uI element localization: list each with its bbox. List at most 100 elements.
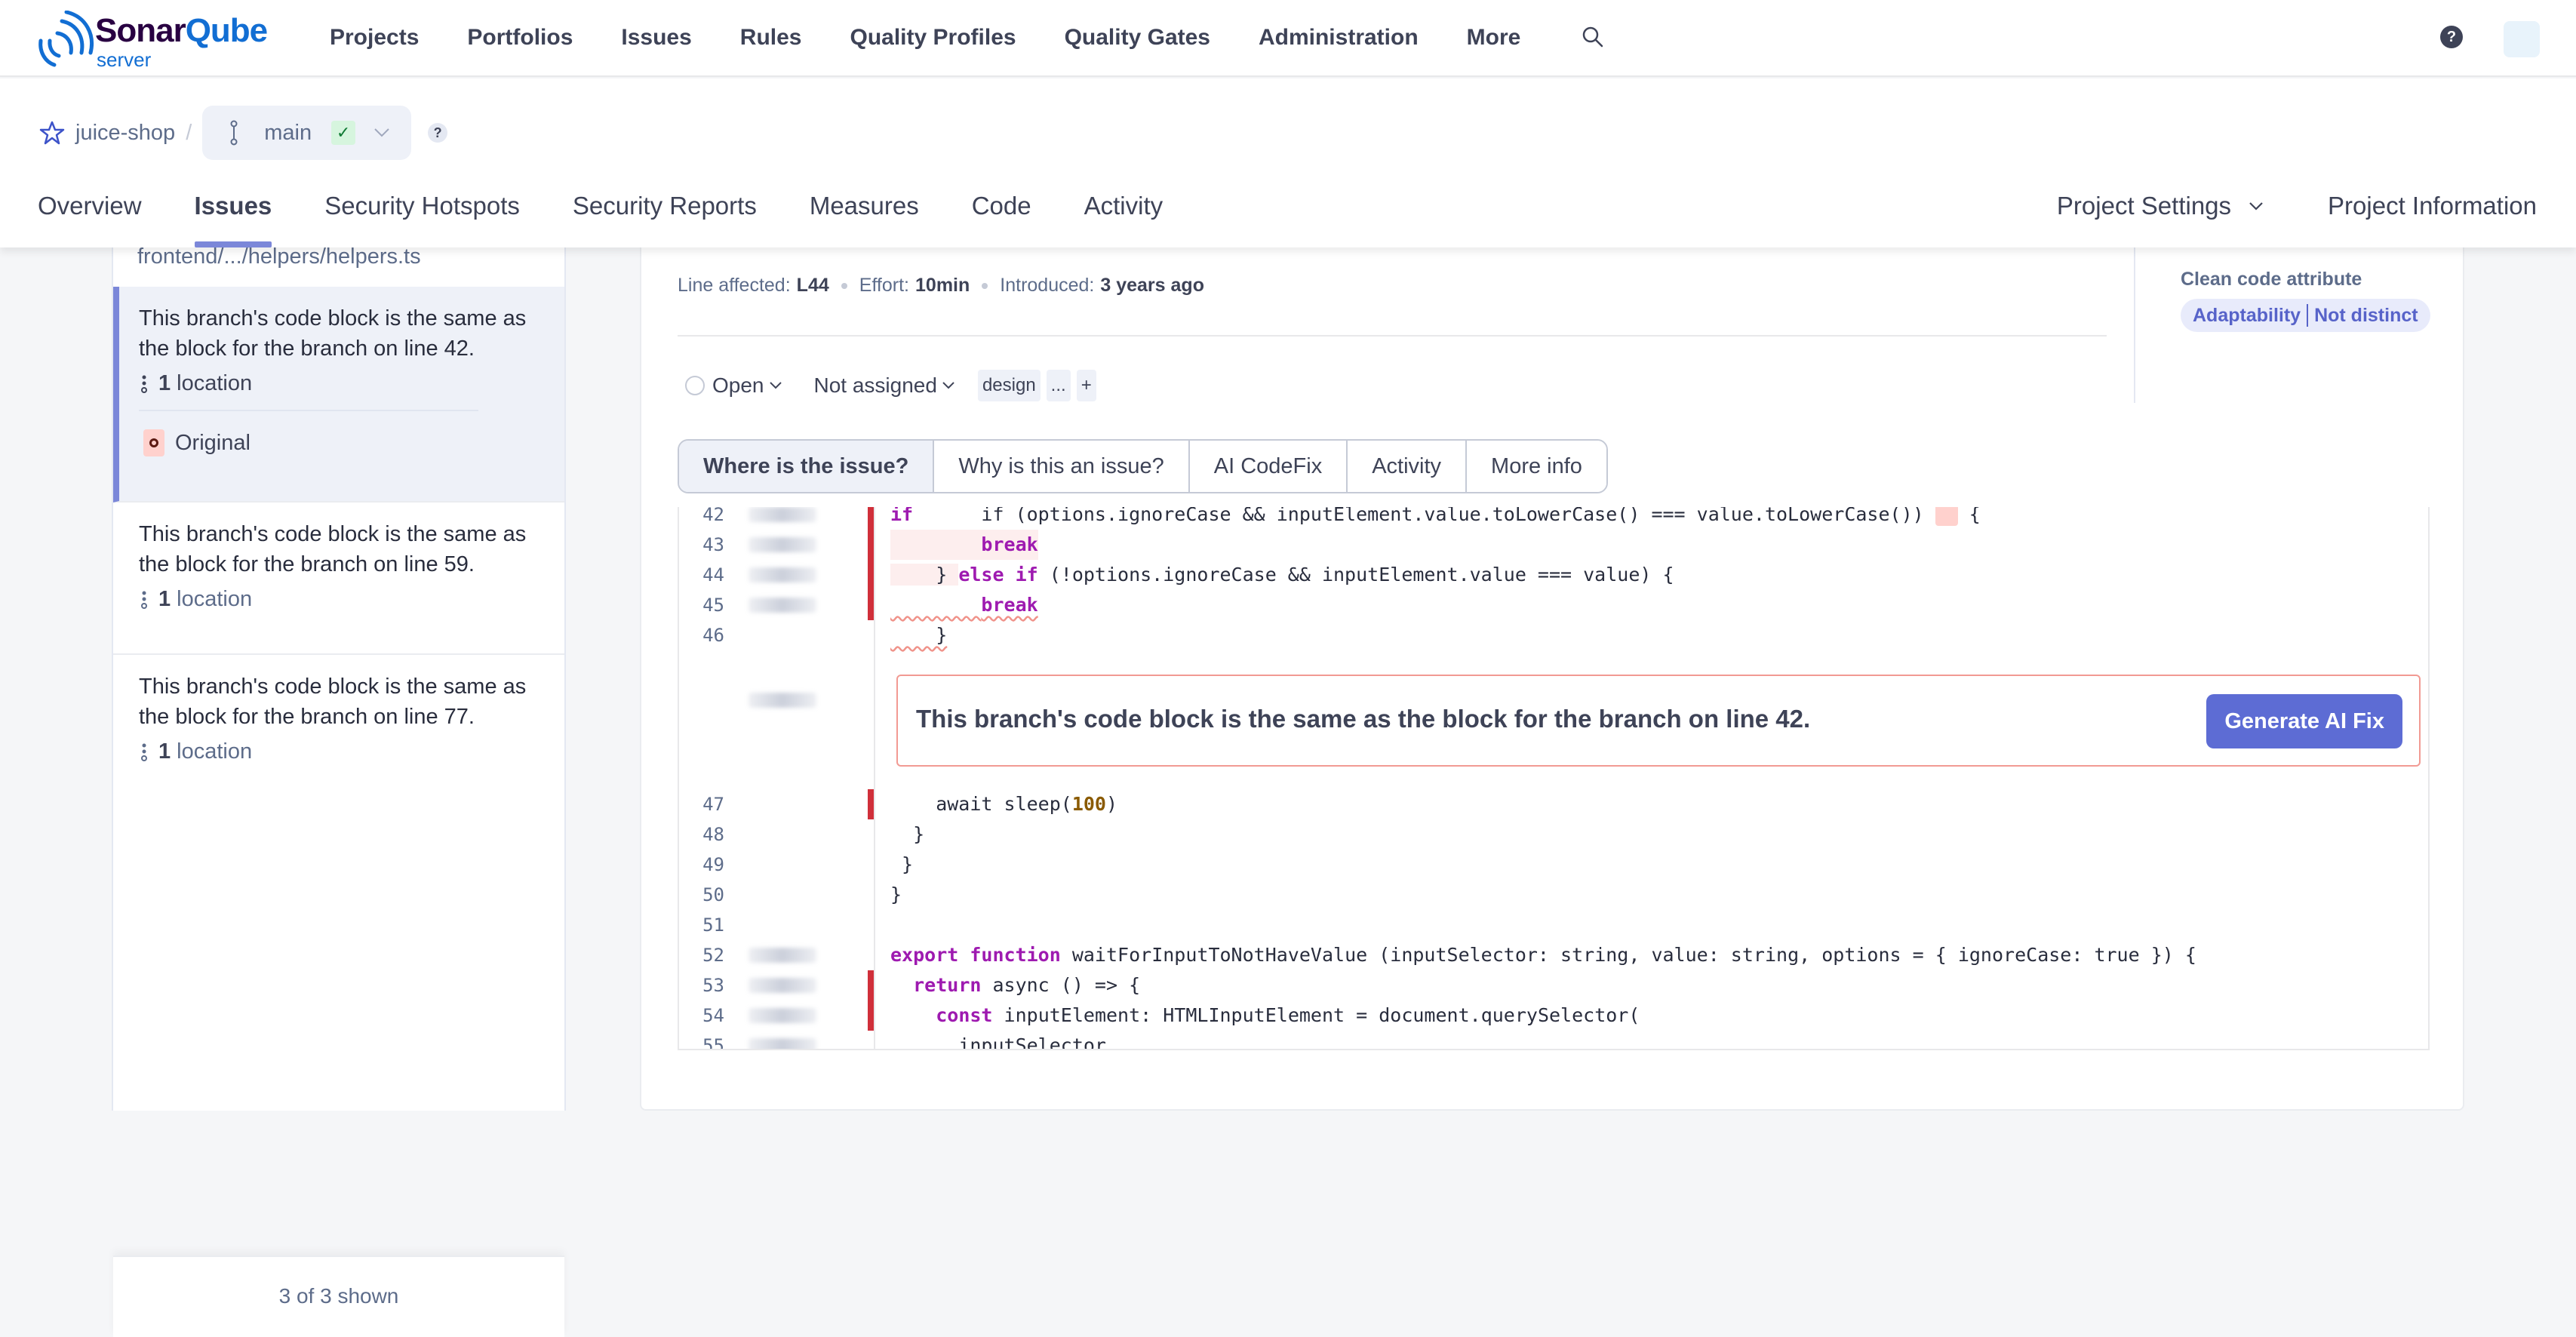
branch-icon (230, 120, 238, 146)
nav-issues[interactable]: Issues (621, 25, 691, 51)
tab-why-is-this-an-issue[interactable]: Why is this an issue? (934, 441, 1190, 492)
code-line: 52 export function waitForInputToNotHave… (679, 940, 2428, 970)
issue-message: This branch's code block is the same as … (139, 306, 527, 361)
line-number[interactable]: 48 (679, 819, 724, 850)
tab-ai-codefix[interactable]: AI CodeFix (1189, 441, 1348, 492)
code-line: 48 } (679, 819, 2428, 850)
scm-blame[interactable] (749, 598, 816, 613)
location-marker-icon (143, 429, 164, 456)
tab-activity[interactable]: Activity (1348, 441, 1468, 492)
main-nav-links: Projects Portfolios Issues Rules Quality… (330, 0, 1569, 75)
issue-status-dropdown[interactable]: Open (685, 373, 782, 398)
issues-shown-count: 3 of 3 shown (113, 1256, 564, 1337)
location-count: 1 (158, 739, 171, 764)
tab-where-is-the-issue[interactable]: Where is the issue? (679, 441, 935, 492)
tab-security-hotspots[interactable]: Security Hotspots (324, 184, 520, 247)
line-number[interactable]: 45 (679, 590, 724, 620)
help-icon[interactable]: ? (2440, 26, 2463, 48)
search-icon[interactable] (1580, 24, 1606, 50)
line-number[interactable]: 42 (679, 507, 724, 530)
scm-blame[interactable] (749, 693, 816, 708)
scm-blame[interactable] (749, 948, 816, 963)
code-text: if if (options.ignoreCase && inputElemen… (890, 507, 1981, 530)
assignee-label: Not assigned (813, 373, 937, 397)
code-line: 49 } (679, 850, 2428, 880)
line-number[interactable]: 55 (679, 1031, 724, 1049)
line-number[interactable]: 46 (679, 620, 724, 650)
project-name-link[interactable]: juice-shop (75, 121, 175, 146)
tag-design[interactable]: design (977, 370, 1041, 401)
global-navbar: SonarQube server Projects Portfolios Iss… (0, 0, 2576, 77)
tab-more-info[interactable]: More info (1467, 441, 1606, 492)
issue-locations[interactable]: 1 location (139, 371, 564, 396)
line-number[interactable]: 53 (679, 970, 724, 1000)
tab-security-reports[interactable]: Security Reports (573, 184, 757, 247)
tag-more[interactable]: ... (1046, 370, 1071, 401)
sonarqube-logo[interactable]: SonarQube server (35, 11, 276, 71)
nav-rules[interactable]: Rules (740, 25, 802, 51)
scm-blame[interactable] (749, 1008, 816, 1023)
project-information-link[interactable]: Project Information (2328, 192, 2537, 220)
favorite-star-icon[interactable] (39, 120, 65, 146)
project-settings-menu[interactable]: Project Settings (2057, 192, 2264, 220)
line-number[interactable]: 44 (679, 560, 724, 590)
scm-blame[interactable] (749, 1038, 816, 1049)
inline-issue-box[interactable]: This branch's code block is the same as … (896, 675, 2421, 767)
issue-list-item[interactable]: This branch's code block is the same as … (113, 655, 564, 807)
issue-locations[interactable]: 1 location (139, 587, 564, 612)
code-text: return async () => { (913, 974, 1141, 996)
nav-quality-profiles[interactable]: Quality Profiles (850, 25, 1016, 51)
tab-code[interactable]: Code (972, 184, 1031, 247)
add-tag-button[interactable]: + (1076, 370, 1096, 401)
nav-quality-gates[interactable]: Quality Gates (1065, 25, 1210, 51)
assignee-dropdown[interactable]: Not assigned (814, 373, 955, 398)
clean-code-attribute-badge[interactable]: Adaptability Not distinct (2181, 299, 2430, 332)
line-number[interactable]: 43 (679, 530, 724, 560)
branch-selector[interactable]: main ✓ (202, 106, 412, 160)
coverage-marker (868, 530, 874, 560)
tab-measures[interactable]: Measures (810, 184, 919, 247)
line-number[interactable]: 49 (679, 850, 724, 880)
divider (2134, 228, 2135, 403)
nav-more[interactable]: More (1467, 25, 1521, 51)
nav-projects[interactable]: Projects (330, 25, 419, 51)
tab-activity[interactable]: Activity (1084, 184, 1164, 247)
coverage-marker (868, 970, 874, 1000)
code-text: break (981, 594, 1038, 616)
issue-locations[interactable]: 1 location (139, 739, 564, 764)
divider (139, 410, 478, 411)
code-line: 46 } (679, 620, 2428, 650)
scm-blame[interactable] (749, 507, 816, 522)
line-number[interactable]: 52 (679, 940, 724, 970)
introduced-value: 3 years ago (1100, 275, 1204, 296)
coverage-marker (868, 1000, 874, 1031)
issue-actions: Open Not assigned design ... + (685, 370, 1102, 401)
location-marker-icon[interactable] (1935, 507, 1958, 526)
tab-issues[interactable]: Issues (194, 184, 272, 247)
secondary-location-original[interactable]: Original (139, 429, 564, 456)
scm-blame[interactable] (749, 567, 816, 582)
code-text: export function waitForInputToNotHaveVal… (890, 944, 2196, 966)
file-path[interactable]: frontend/.../helpers/helpers.ts (137, 244, 421, 269)
user-avatar[interactable] (2504, 21, 2540, 57)
line-number[interactable]: 54 (679, 1000, 724, 1031)
tab-overview[interactable]: Overview (38, 184, 142, 247)
code-line: 42 if if (options.ignoreCase && inputEle… (679, 507, 2428, 530)
line-affected-label: Line affected: (678, 275, 791, 296)
line-number[interactable]: 50 (679, 880, 724, 910)
scm-blame[interactable] (749, 978, 816, 993)
nav-administration[interactable]: Administration (1259, 25, 1419, 51)
issue-list-item[interactable]: This branch's code block is the same as … (113, 287, 564, 503)
code-line: 47 await sleep(100) (679, 789, 2428, 819)
line-number[interactable]: 47 (679, 789, 724, 819)
nav-portfolios[interactable]: Portfolios (467, 25, 573, 51)
issue-list-item[interactable]: This branch's code block is the same as … (113, 503, 564, 655)
scm-blame[interactable] (749, 537, 816, 552)
issue-message: This branch's code block is the same as … (139, 675, 527, 729)
generate-ai-fix-button[interactable]: Generate AI Fix (2206, 694, 2402, 748)
branch-help-icon[interactable]: ? (428, 123, 448, 143)
branch-name: main (264, 120, 312, 145)
line-number[interactable]: 51 (679, 910, 724, 940)
coverage-marker (868, 507, 874, 530)
quality-gate-passed-icon: ✓ (331, 121, 356, 145)
